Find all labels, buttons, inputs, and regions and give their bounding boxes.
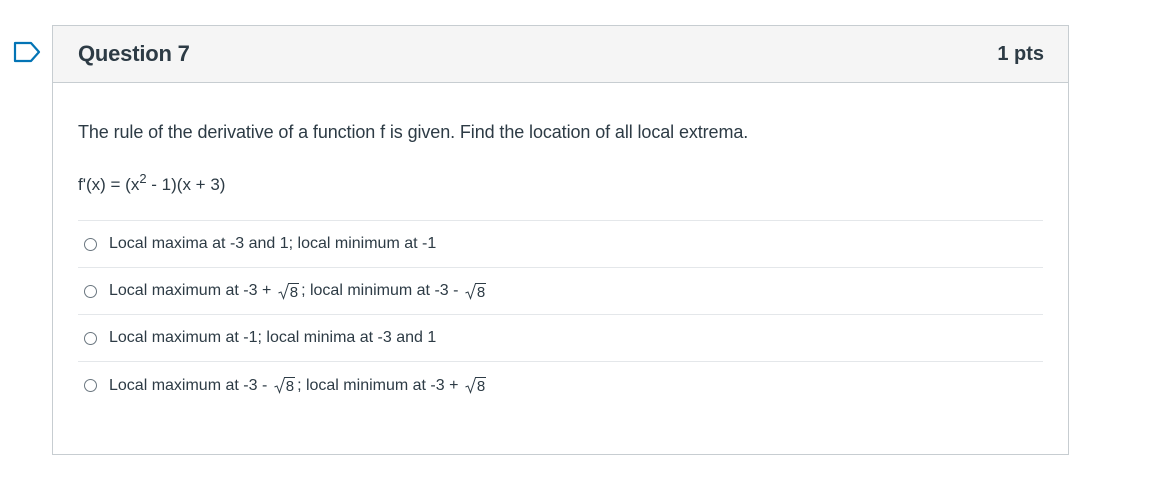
square-root-icon: 8	[465, 282, 487, 301]
question-header: Question 7 1 pts	[53, 26, 1068, 83]
square-root-icon: 8	[465, 377, 487, 395]
formula-rhs: - 1)(x + 3)	[146, 175, 226, 194]
answer-text-pre: Local maximum at -3 +	[109, 282, 276, 299]
formula-exponent: 2	[139, 171, 147, 186]
radicand: 8	[475, 282, 487, 301]
answer-list: Local maxima at -3 and 1; local minimum …	[78, 220, 1043, 409]
answer-option-2[interactable]: Local maximum at -3 + 8 ; local minimum …	[78, 268, 1043, 315]
answer-label: Local maximum at -3 - 8 ; local minimum …	[109, 377, 488, 395]
square-root-icon: 8	[274, 377, 296, 395]
question-card: Question 7 1 pts The rule of the derivat…	[52, 25, 1069, 455]
answer-label: Local maxima at -3 and 1; local minimum …	[109, 235, 437, 252]
answer-option-4[interactable]: Local maximum at -3 - 8 ; local minimum …	[78, 362, 1043, 409]
question-points: 1 pts	[997, 42, 1044, 65]
formula-lhs: f'(x) = (x	[78, 175, 140, 194]
radio-unchecked-icon[interactable]	[84, 284, 97, 298]
answer-text-mid: ; local minimum at -3 -	[301, 282, 463, 299]
radicand: 8	[284, 377, 296, 395]
radio-unchecked-icon[interactable]	[84, 379, 97, 392]
flag-question-icon[interactable]	[13, 41, 41, 63]
question-body: The rule of the derivative of a function…	[53, 122, 1068, 409]
radicand: 8	[475, 377, 487, 395]
answer-label: Local maximum at -3 + 8 ; local minimum …	[109, 282, 488, 300]
radio-unchecked-icon[interactable]	[84, 237, 97, 251]
question-title: Question 7	[78, 41, 190, 66]
question-formula: f'(x) = (x2 - 1)(x + 3)	[78, 172, 1043, 197]
answer-label: Local maximum at -1; local minima at -3 …	[109, 329, 437, 346]
square-root-icon: 8	[278, 282, 300, 301]
radio-unchecked-icon[interactable]	[84, 331, 97, 345]
answer-text-mid: ; local minimum at -3 +	[297, 376, 463, 394]
question-prompt: The rule of the derivative of a function…	[78, 122, 749, 142]
answer-text-pre: Local maximum at -3 -	[109, 376, 272, 394]
answer-option-3[interactable]: Local maximum at -1; local minima at -3 …	[78, 315, 1043, 362]
answer-option-1[interactable]: Local maxima at -3 and 1; local minimum …	[78, 221, 1043, 268]
radicand: 8	[288, 282, 300, 301]
